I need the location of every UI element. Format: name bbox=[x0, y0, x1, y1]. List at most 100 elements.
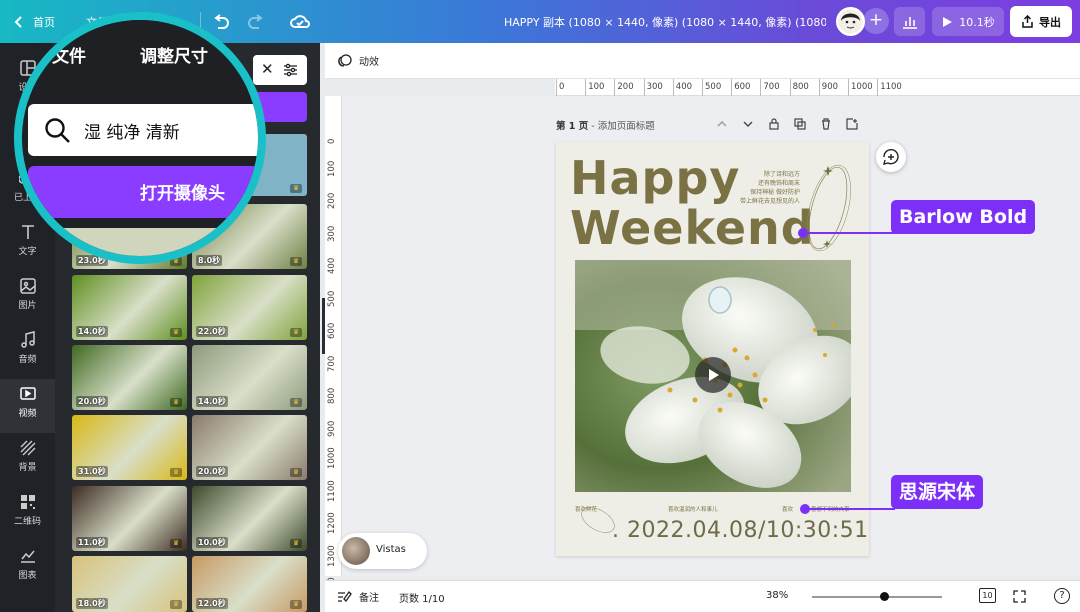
ruler-tick-label: 400 bbox=[675, 82, 693, 92]
zoom-slider-handle[interactable] bbox=[879, 592, 889, 601]
page-count[interactable]: 页数 1/10 bbox=[399, 590, 445, 605]
open-camera-button[interactable]: 打开摄像头 bbox=[28, 166, 258, 218]
add-collaborator-button[interactable]: + bbox=[863, 8, 889, 34]
ruler-tick bbox=[643, 79, 645, 96]
ruler-tick bbox=[848, 79, 849, 96]
ruler-tick-label: 900 bbox=[821, 82, 839, 92]
vistas-thumbnail bbox=[342, 537, 370, 565]
add-page-icon[interactable] bbox=[846, 118, 858, 130]
video-play-button[interactable] bbox=[695, 357, 731, 393]
video-thumbnail[interactable]: 12.0秒 ♛ bbox=[192, 556, 307, 612]
chevron-up-icon[interactable] bbox=[716, 118, 728, 130]
duplicate-icon[interactable] bbox=[794, 118, 806, 130]
open-camera-label: 打开摄像头 bbox=[140, 184, 225, 204]
date-text[interactable]: . 2022.04.08/10:30:51 bbox=[612, 518, 869, 543]
rail-item-photos[interactable]: 图片 bbox=[0, 271, 55, 325]
search-input-partial[interactable]: ✕ bbox=[253, 55, 307, 85]
ruler-tick-label: 700 bbox=[327, 355, 337, 372]
clear-icon[interactable]: ✕ bbox=[261, 60, 274, 78]
video-thumbnail[interactable]: 14.0秒 ♛ bbox=[72, 275, 187, 340]
ruler-tick-label: 1100 bbox=[327, 479, 337, 502]
search-value: 湿 纯净 清新 bbox=[84, 123, 180, 143]
video-thumbnail[interactable]: 31.0秒 ♛ bbox=[72, 415, 187, 480]
footer-center-text[interactable]: 喜欢温润的人和事儿 bbox=[668, 505, 718, 513]
video-thumbnail[interactable]: 11.0秒 ♛ bbox=[72, 486, 187, 551]
pages-expand-handle[interactable] bbox=[706, 594, 714, 600]
ruler-tick-label: 700 bbox=[763, 82, 780, 92]
video-thumbnail[interactable]: 22.0秒 ♛ bbox=[192, 275, 307, 340]
ruler-tick-label: 1300 bbox=[327, 544, 337, 567]
ruler-tick-label: 100 bbox=[327, 160, 337, 177]
tab-file[interactable]: 文件 bbox=[52, 42, 86, 67]
notes-label: 备注 bbox=[359, 593, 379, 604]
video-thumbnail[interactable]: 10.0秒 ♛ bbox=[192, 486, 307, 551]
qr-icon bbox=[20, 495, 35, 509]
poem-text[interactable]: 除了诗和远方 还有晚饰和周末 保持神秘 做好防护 带上鲜花去见想见的人 bbox=[718, 170, 800, 206]
insights-button[interactable] bbox=[894, 7, 925, 36]
grid-view-button[interactable]: 10 bbox=[979, 588, 996, 603]
export-label: 导出 bbox=[1039, 15, 1061, 29]
export-button[interactable]: 导出 bbox=[1010, 6, 1072, 37]
rail-item-qrcode[interactable]: 二维码 bbox=[0, 487, 55, 541]
rail-item-audio[interactable]: 音频 bbox=[0, 325, 55, 379]
comment-button[interactable] bbox=[876, 142, 906, 172]
help-icon[interactable]: ? bbox=[1054, 588, 1070, 604]
notes-button[interactable]: 备注 bbox=[337, 589, 379, 604]
animate-button[interactable]: 动效 bbox=[337, 53, 379, 68]
zoom-slider[interactable] bbox=[812, 596, 942, 598]
play-icon bbox=[943, 16, 953, 27]
play-duration: 10.1秒 bbox=[959, 15, 995, 29]
page-number: 第 1 页 bbox=[556, 121, 589, 132]
page-title-bar[interactable]: 第 1 页 - 添加页面标题 bbox=[556, 118, 655, 132]
cloud-save-button[interactable] bbox=[290, 0, 310, 43]
tab-resize[interactable]: 调整尺寸 bbox=[140, 42, 208, 67]
ruler-tick-label: 500 bbox=[327, 290, 337, 307]
video-duration: 14.0秒 bbox=[196, 396, 228, 407]
crown-icon: ♛ bbox=[170, 468, 182, 477]
rail-item-videos[interactable]: 视频 bbox=[0, 379, 55, 433]
rail-item-charts[interactable]: 图表 bbox=[0, 541, 55, 595]
lock-icon[interactable] bbox=[768, 118, 780, 130]
ruler-tick bbox=[672, 79, 674, 96]
search-icon bbox=[45, 118, 70, 143]
crown-icon: ♛ bbox=[290, 328, 302, 337]
footer-right-head: 喜欢 bbox=[782, 507, 794, 513]
filter-icon[interactable] bbox=[283, 63, 298, 77]
trash-icon[interactable] bbox=[820, 118, 832, 130]
ruler-tick bbox=[760, 79, 762, 96]
ruler-tick-label: 0 bbox=[559, 82, 565, 92]
avatar[interactable] bbox=[836, 7, 865, 36]
rail-item-background[interactable]: 背景 bbox=[0, 433, 55, 487]
ruler-tick-label: 1200 bbox=[327, 512, 337, 534]
document-title[interactable]: HAPPY 副本 (1080 × 1440, 像素) (1080 × 1440,… bbox=[504, 0, 826, 43]
vistas-chip[interactable]: Vistas bbox=[338, 533, 427, 569]
document-title-text: HAPPY 副本 (1080 × 1440, 像素) (1080 × 1440,… bbox=[504, 15, 826, 29]
video-thumbnail[interactable]: 20.0秒 ♛ bbox=[192, 415, 307, 480]
crown-icon: ♛ bbox=[170, 328, 182, 337]
search-input[interactable]: 湿 纯净 清新 bbox=[28, 104, 258, 156]
rail-label: 视频 bbox=[18, 409, 37, 419]
video-thumbnail[interactable]: 14.0秒 ♛ bbox=[192, 345, 307, 410]
play-button[interactable]: 10.1秒 bbox=[932, 7, 1004, 36]
ruler-tick-label: 400 bbox=[327, 257, 337, 274]
ruler-tick-label: 1100 bbox=[880, 82, 902, 92]
magnified-tabs: 文件 调整尺寸 bbox=[22, 20, 258, 90]
poem-line: 还有晚饰和周末 bbox=[757, 180, 800, 187]
video-thumbnail[interactable]: 20.0秒 ♛ bbox=[72, 345, 187, 410]
ruler-tick-label: 200 bbox=[617, 82, 634, 92]
crown-icon: ♛ bbox=[290, 468, 302, 477]
ruler-tick-label: 600 bbox=[734, 82, 751, 92]
fullscreen-icon[interactable] bbox=[1013, 590, 1026, 603]
image-icon bbox=[19, 278, 36, 294]
video-duration: 18.0秒 bbox=[76, 598, 108, 609]
video-duration: 11.0秒 bbox=[76, 537, 108, 548]
video-thumbnail[interactable]: 18.0秒 ♛ bbox=[72, 556, 187, 612]
chevron-down-icon[interactable] bbox=[742, 118, 754, 130]
ruler-tick bbox=[789, 79, 791, 96]
ruler-tick bbox=[614, 79, 616, 96]
zoom-percent[interactable]: 38% bbox=[766, 590, 788, 601]
page-title-hint[interactable]: - 添加页面标题 bbox=[588, 121, 654, 132]
video-duration: 31.0秒 bbox=[76, 466, 108, 477]
ruler-tick-label: 200 bbox=[327, 192, 337, 209]
rail-label: 二维码 bbox=[13, 517, 41, 527]
